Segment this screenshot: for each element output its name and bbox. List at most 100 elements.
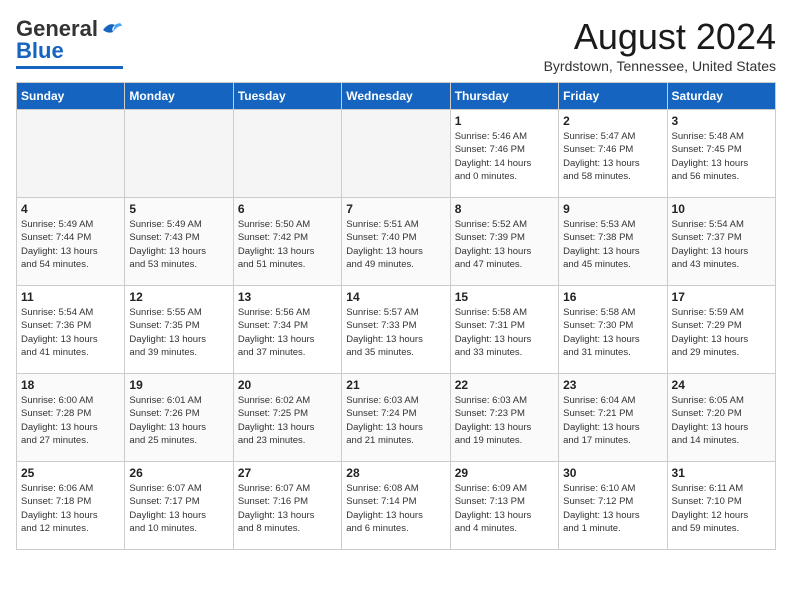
day-number: 10 xyxy=(672,202,771,216)
day-number: 4 xyxy=(21,202,120,216)
calendar-cell: 19 Sunrise: 6:01 AMSunset: 7:26 PMDayligh… xyxy=(125,374,233,462)
day-info: Sunrise: 6:03 AMSunset: 7:23 PMDaylight:… xyxy=(455,394,554,447)
calendar-cell xyxy=(125,110,233,198)
logo: General Blue xyxy=(16,16,123,69)
day-info: Sunrise: 6:07 AMSunset: 7:16 PMDaylight:… xyxy=(238,482,337,535)
day-info: Sunrise: 6:05 AMSunset: 7:20 PMDaylight:… xyxy=(672,394,771,447)
calendar-cell: 7 Sunrise: 5:51 AMSunset: 7:40 PMDaylight… xyxy=(342,198,450,286)
day-info: Sunrise: 5:57 AMSunset: 7:33 PMDaylight:… xyxy=(346,306,445,359)
day-number: 21 xyxy=(346,378,445,392)
day-info: Sunrise: 5:58 AMSunset: 7:30 PMDaylight:… xyxy=(563,306,662,359)
day-info: Sunrise: 6:10 AMSunset: 7:12 PMDaylight:… xyxy=(563,482,662,535)
calendar-header: Sunday Monday Tuesday Wednesday Thursday… xyxy=(17,83,776,110)
calendar-cell: 2Sunrise: 5:47 AMSunset: 7:46 PMDaylight… xyxy=(559,110,667,198)
month-year-title: August 2024 xyxy=(544,16,776,58)
calendar-week-1: 4 Sunrise: 5:49 AMSunset: 7:44 PMDaylight… xyxy=(17,198,776,286)
day-info: Sunrise: 6:00 AMSunset: 7:28 PMDaylight:… xyxy=(21,394,120,447)
calendar-cell: 28 Sunrise: 6:08 AMSunset: 7:14 PMDayligh… xyxy=(342,462,450,550)
day-number: 24 xyxy=(672,378,771,392)
calendar-cell: 10 Sunrise: 5:54 AMSunset: 7:37 PMDayligh… xyxy=(667,198,775,286)
calendar-cell: 1 Sunrise: 5:46 AMSunset: 7:46 PMDaylight… xyxy=(450,110,558,198)
day-number: 25 xyxy=(21,466,120,480)
day-number: 18 xyxy=(21,378,120,392)
calendar-body: 1 Sunrise: 5:46 AMSunset: 7:46 PMDaylight… xyxy=(17,110,776,550)
calendar-week-2: 11Sunrise: 5:54 AMSunset: 7:36 PMDayligh… xyxy=(17,286,776,374)
calendar-cell: 22 Sunrise: 6:03 AMSunset: 7:23 PMDayligh… xyxy=(450,374,558,462)
day-info: Sunrise: 5:59 AMSunset: 7:29 PMDaylight:… xyxy=(672,306,771,359)
day-number: 31 xyxy=(672,466,771,480)
day-number: 27 xyxy=(238,466,337,480)
day-number: 14 xyxy=(346,290,445,304)
day-info: Sunrise: 6:09 AMSunset: 7:13 PMDaylight:… xyxy=(455,482,554,535)
day-info: Sunrise: 5:54 AMSunset: 7:37 PMDaylight:… xyxy=(672,218,771,271)
day-info: Sunrise: 5:49 AMSunset: 7:44 PMDaylight:… xyxy=(21,218,120,271)
calendar-cell: 8 Sunrise: 5:52 AMSunset: 7:39 PMDaylight… xyxy=(450,198,558,286)
calendar-week-4: 25 Sunrise: 6:06 AMSunset: 7:18 PMDayligh… xyxy=(17,462,776,550)
calendar-cell: 20 Sunrise: 6:02 AMSunset: 7:25 PMDayligh… xyxy=(233,374,341,462)
day-info: Sunrise: 5:52 AMSunset: 7:39 PMDaylight:… xyxy=(455,218,554,271)
day-info: Sunrise: 6:03 AMSunset: 7:24 PMDaylight:… xyxy=(346,394,445,447)
header-row: Sunday Monday Tuesday Wednesday Thursday… xyxy=(17,83,776,110)
day-number: 6 xyxy=(238,202,337,216)
day-info: Sunrise: 5:58 AMSunset: 7:31 PMDaylight:… xyxy=(455,306,554,359)
calendar-cell: 27 Sunrise: 6:07 AMSunset: 7:16 PMDayligh… xyxy=(233,462,341,550)
day-info: Sunrise: 6:01 AMSunset: 7:26 PMDaylight:… xyxy=(129,394,228,447)
day-info: Sunrise: 5:56 AMSunset: 7:34 PMDaylight:… xyxy=(238,306,337,359)
page-header: General Blue August 2024 Byrdstown, Tenn… xyxy=(16,16,776,74)
title-block: August 2024 Byrdstown, Tennessee, United… xyxy=(544,16,776,74)
day-info: Sunrise: 6:06 AMSunset: 7:18 PMDaylight:… xyxy=(21,482,120,535)
day-number: 22 xyxy=(455,378,554,392)
calendar-cell: 9 Sunrise: 5:53 AMSunset: 7:38 PMDaylight… xyxy=(559,198,667,286)
calendar-cell: 30 Sunrise: 6:10 AMSunset: 7:12 PMDayligh… xyxy=(559,462,667,550)
day-number: 23 xyxy=(563,378,662,392)
day-number: 26 xyxy=(129,466,228,480)
day-number: 28 xyxy=(346,466,445,480)
day-number: 7 xyxy=(346,202,445,216)
col-friday: Friday xyxy=(559,83,667,110)
calendar-cell: 24 Sunrise: 6:05 AMSunset: 7:20 PMDayligh… xyxy=(667,374,775,462)
calendar-cell: 6Sunrise: 5:50 AMSunset: 7:42 PMDaylight… xyxy=(233,198,341,286)
calendar-week-0: 1 Sunrise: 5:46 AMSunset: 7:46 PMDaylight… xyxy=(17,110,776,198)
calendar-cell xyxy=(17,110,125,198)
calendar-table: Sunday Monday Tuesday Wednesday Thursday… xyxy=(16,82,776,550)
calendar-cell: 3 Sunrise: 5:48 AMSunset: 7:45 PMDaylight… xyxy=(667,110,775,198)
day-number: 12 xyxy=(129,290,228,304)
day-number: 8 xyxy=(455,202,554,216)
day-info: Sunrise: 5:48 AMSunset: 7:45 PMDaylight:… xyxy=(672,130,771,183)
calendar-cell: 26Sunrise: 6:07 AMSunset: 7:17 PMDayligh… xyxy=(125,462,233,550)
day-info: Sunrise: 5:53 AMSunset: 7:38 PMDaylight:… xyxy=(563,218,662,271)
day-number: 9 xyxy=(563,202,662,216)
day-number: 19 xyxy=(129,378,228,392)
calendar-cell: 11Sunrise: 5:54 AMSunset: 7:36 PMDayligh… xyxy=(17,286,125,374)
calendar-cell: 15Sunrise: 5:58 AMSunset: 7:31 PMDayligh… xyxy=(450,286,558,374)
day-number: 3 xyxy=(672,114,771,128)
calendar-cell: 18 Sunrise: 6:00 AMSunset: 7:28 PMDayligh… xyxy=(17,374,125,462)
day-number: 1 xyxy=(455,114,554,128)
calendar-cell: 13 Sunrise: 5:56 AMSunset: 7:34 PMDayligh… xyxy=(233,286,341,374)
day-info: Sunrise: 6:02 AMSunset: 7:25 PMDaylight:… xyxy=(238,394,337,447)
calendar-cell: 29 Sunrise: 6:09 AMSunset: 7:13 PMDayligh… xyxy=(450,462,558,550)
day-info: Sunrise: 5:46 AMSunset: 7:46 PMDaylight:… xyxy=(455,130,554,183)
day-info: Sunrise: 5:51 AMSunset: 7:40 PMDaylight:… xyxy=(346,218,445,271)
day-info: Sunrise: 5:55 AMSunset: 7:35 PMDaylight:… xyxy=(129,306,228,359)
col-tuesday: Tuesday xyxy=(233,83,341,110)
day-number: 20 xyxy=(238,378,337,392)
calendar-week-3: 18 Sunrise: 6:00 AMSunset: 7:28 PMDayligh… xyxy=(17,374,776,462)
day-info: Sunrise: 6:11 AMSunset: 7:10 PMDaylight:… xyxy=(672,482,771,535)
logo-underline xyxy=(16,66,123,69)
day-number: 29 xyxy=(455,466,554,480)
calendar-cell: 16 Sunrise: 5:58 AMSunset: 7:30 PMDayligh… xyxy=(559,286,667,374)
calendar-cell: 23 Sunrise: 6:04 AMSunset: 7:21 PMDayligh… xyxy=(559,374,667,462)
day-info: Sunrise: 6:04 AMSunset: 7:21 PMDaylight:… xyxy=(563,394,662,447)
day-number: 2 xyxy=(563,114,662,128)
col-wednesday: Wednesday xyxy=(342,83,450,110)
calendar-cell: 31 Sunrise: 6:11 AMSunset: 7:10 PMDayligh… xyxy=(667,462,775,550)
day-number: 30 xyxy=(563,466,662,480)
col-saturday: Saturday xyxy=(667,83,775,110)
calendar-cell: 4 Sunrise: 5:49 AMSunset: 7:44 PMDaylight… xyxy=(17,198,125,286)
day-number: 16 xyxy=(563,290,662,304)
day-info: Sunrise: 6:08 AMSunset: 7:14 PMDaylight:… xyxy=(346,482,445,535)
logo-blue: Blue xyxy=(16,38,64,64)
day-number: 13 xyxy=(238,290,337,304)
col-monday: Monday xyxy=(125,83,233,110)
